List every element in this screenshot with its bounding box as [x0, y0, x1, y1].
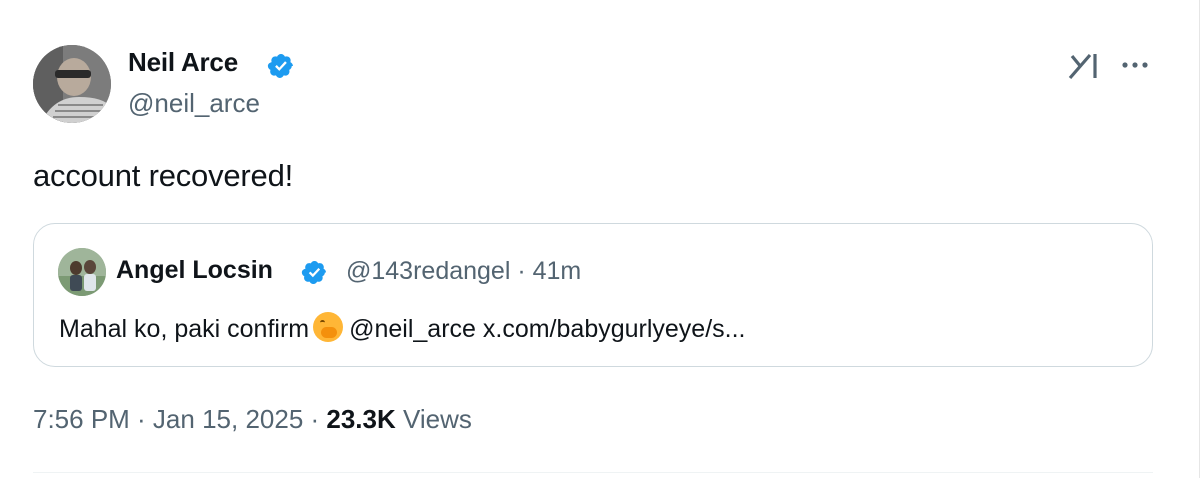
quoted-verified-badge-icon — [301, 260, 327, 285]
quoted-tweet-card[interactable]: Angel Locsin @143redangel · 41m Mahal ko… — [33, 223, 1153, 367]
quoted-tweet-text: Mahal ko, paki confirm @neil_arce x.com/b… — [59, 312, 746, 344]
face-with-hand-over-mouth-emoji-icon — [313, 312, 344, 342]
author-handle[interactable]: @neil_arce — [128, 88, 260, 119]
views-count: 23.3K — [326, 404, 396, 434]
quoted-text-start: Mahal ko, paki confirm — [59, 315, 310, 343]
quoted-text-end: @neil_arce x.com/babygurlyeye/s... — [349, 315, 746, 343]
quoted-author-name[interactable]: Angel Locsin — [116, 256, 273, 285]
tweet-meta: 7:56 PM · Jan 15, 2025 · 23.3K Views — [33, 404, 472, 435]
quoted-handle-time[interactable]: @143redangel · 41m — [346, 257, 581, 286]
tweet-text: account recovered! — [33, 158, 294, 193]
timestamp[interactable]: 7:56 PM · Jan 15, 2025 · — [33, 404, 326, 434]
more-options-icon[interactable] — [1117, 53, 1153, 77]
quoted-author-avatar[interactable] — [58, 248, 106, 296]
verified-badge-icon — [267, 54, 293, 78]
quoted-author-avatar-image — [58, 248, 106, 296]
author-avatar[interactable] — [33, 45, 111, 123]
tweet-page: Neil Arce @neil_arce account recovered! … — [0, 0, 1200, 478]
grok-icon[interactable] — [1066, 52, 1102, 80]
divider — [33, 472, 1153, 473]
views-label: Views — [395, 404, 472, 434]
author-name[interactable]: Neil Arce — [128, 47, 238, 78]
author-avatar-image — [33, 45, 111, 123]
